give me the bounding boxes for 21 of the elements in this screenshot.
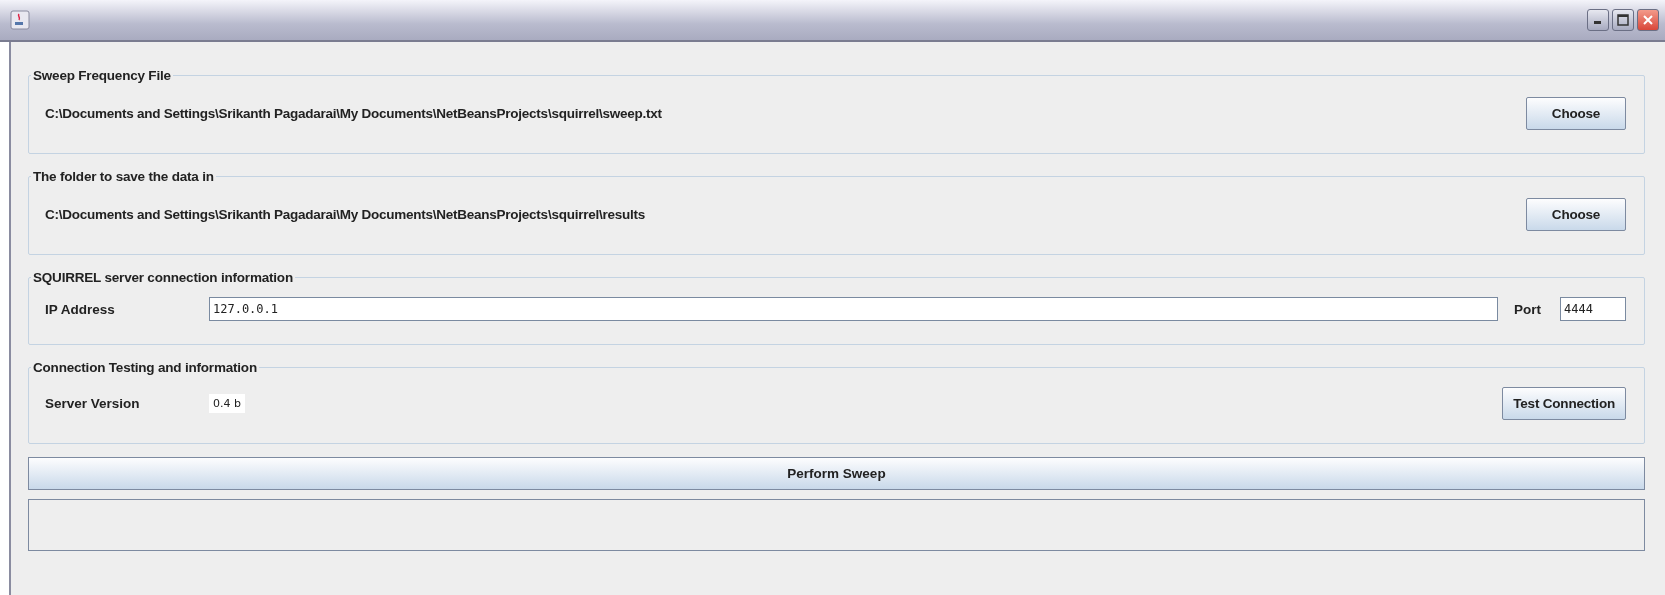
server-version-value: 0.4 b <box>209 394 245 413</box>
group-title: Connection Testing and information <box>32 360 258 375</box>
choose-button[interactable]: Choose <box>1526 198 1626 231</box>
group-title: Sweep Frequency File <box>32 68 172 83</box>
test-connection-button[interactable]: Test Connection <box>1502 387 1626 420</box>
choose-button[interactable]: Choose <box>1526 97 1626 130</box>
port-field[interactable]: 4444 <box>1560 297 1626 321</box>
close-button[interactable] <box>1637 9 1659 31</box>
file-path: C:\Documents and Settings\Srikanth Pagadarai\My Documents\NetBeansProjects\squirrel\results <box>45 207 646 222</box>
group-title: SQUIRREL server connection information <box>32 270 294 285</box>
port-label: Port <box>1514 301 1542 317</box>
group-title: The folder to save the data in <box>32 169 215 184</box>
minimize-button[interactable] <box>1587 9 1609 31</box>
ip-label: IP Address <box>45 301 116 317</box>
server-version-label: Server Version <box>45 396 141 411</box>
ip-address-field[interactable]: 127.0.0.1 <box>209 297 1498 321</box>
maximize-button[interactable] <box>1612 9 1634 31</box>
maximize-icon <box>1617 14 1629 26</box>
close-icon <box>1642 14 1654 26</box>
perform-sweep-button[interactable]: Perform Sweep <box>28 457 1645 490</box>
file-path: C:\Documents and Settings\Srikanth Pagadarai\My Documents\NetBeansProjects\squirrel\sweep.txt <box>45 106 663 121</box>
